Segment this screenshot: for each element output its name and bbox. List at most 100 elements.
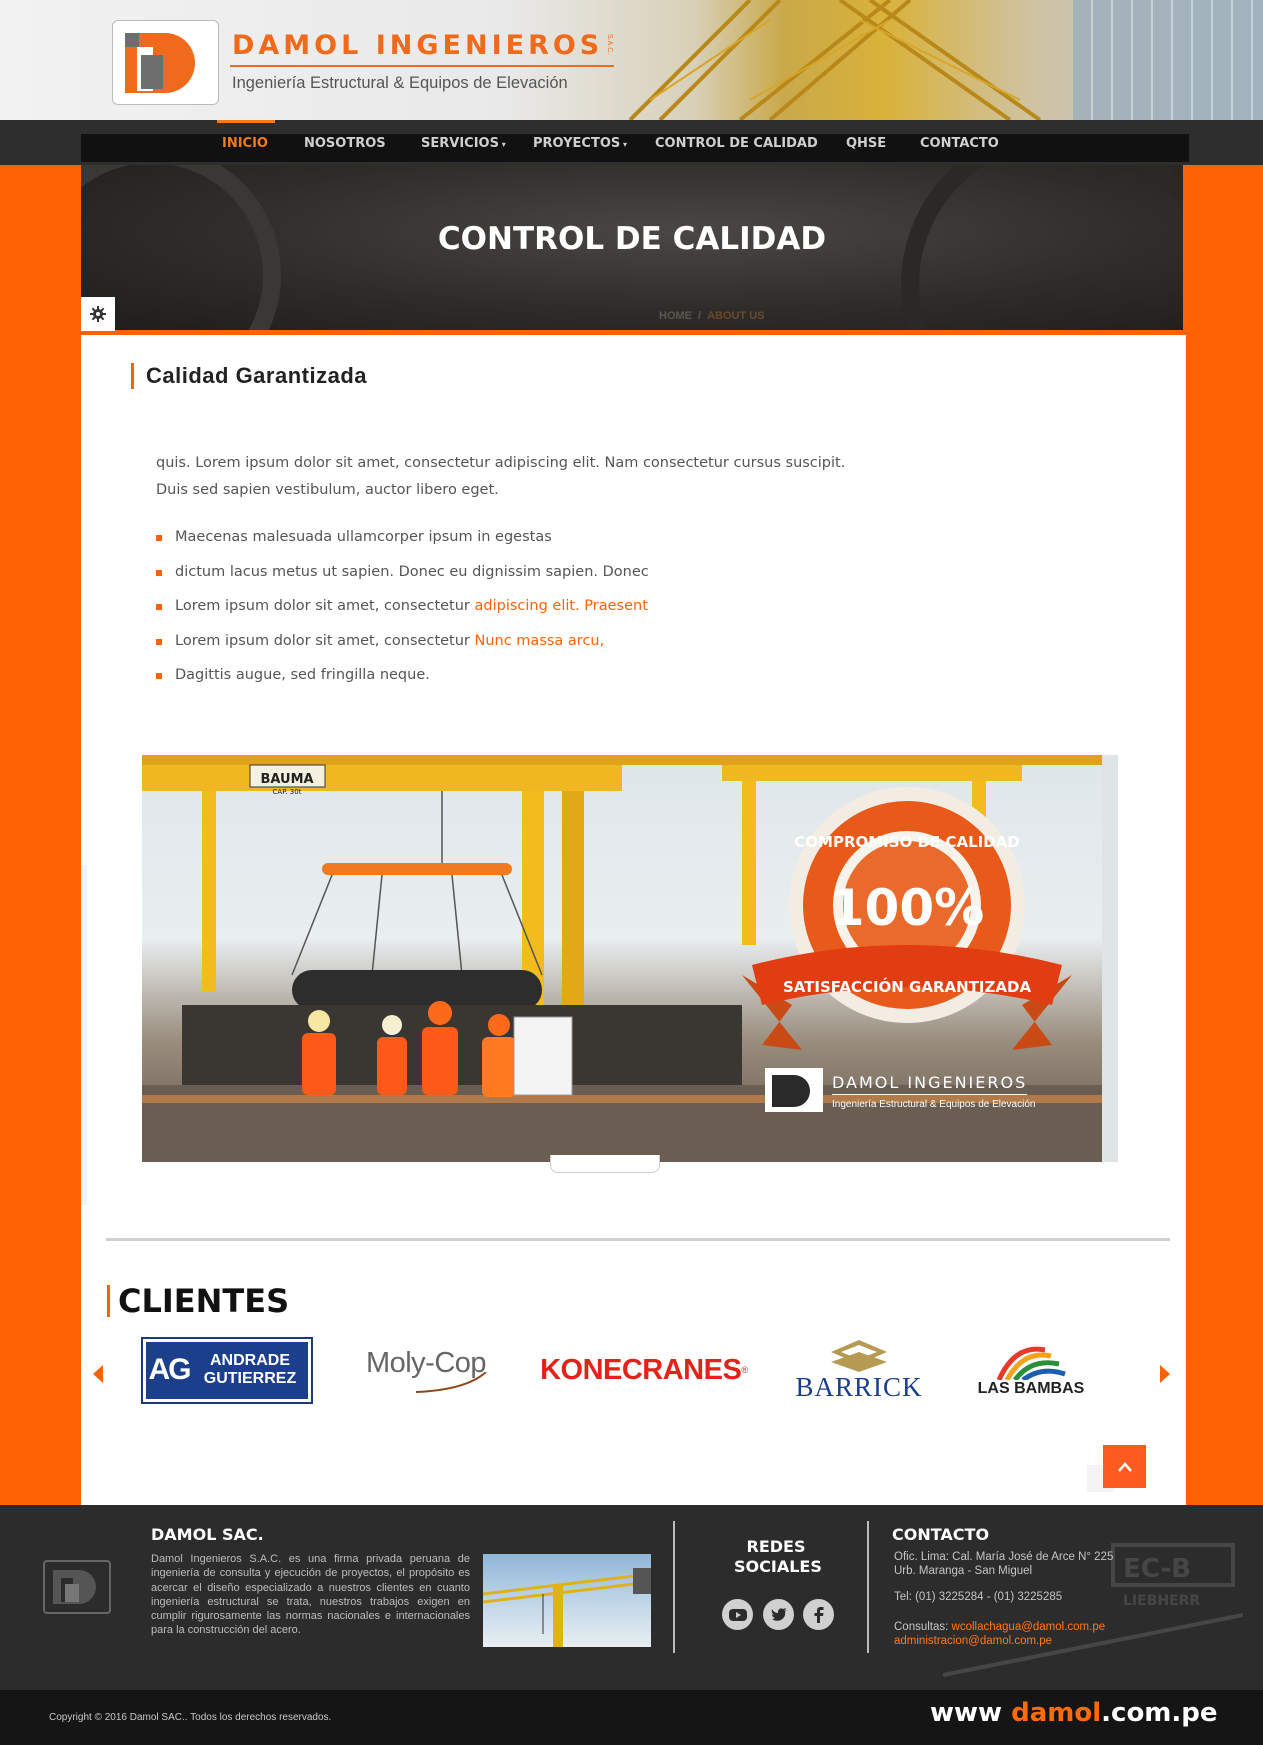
footer-contact-title: CONTACTO <box>892 1525 990 1544</box>
arrow-left-icon <box>93 1365 103 1383</box>
moly-cop-swoosh-icon <box>415 1371 487 1393</box>
client-logo-konecranes[interactable]: KONECRANES ® <box>540 1330 748 1410</box>
footer-company-title: DAMOL SAC. <box>151 1525 264 1544</box>
section-title: Calidad Garantizada <box>131 363 367 389</box>
social-title-line1: REDES <box>746 1537 806 1556</box>
list-item-text: Lorem ipsum dolor sit amet, consectetur <box>175 632 475 649</box>
breadcrumb: HOME / ABOUT US <box>659 310 765 322</box>
banner-edge <box>1102 755 1118 1162</box>
nav-active-indicator <box>217 120 275 123</box>
clients-prev-button[interactable] <box>93 1365 103 1388</box>
twitter-button[interactable] <box>763 1599 794 1630</box>
settings-button[interactable] <box>81 297 115 331</box>
watermark-brand: LIEBHERR <box>1123 1593 1200 1609</box>
arrow-right-icon <box>1160 1365 1170 1383</box>
banner-edge <box>81 865 87 1205</box>
chevron-down-icon: ▾ <box>620 140 628 149</box>
nav-item-servicios[interactable]: SERVICIOS ▾ <box>421 136 506 151</box>
clients-title: CLIENTES <box>107 1285 289 1317</box>
footer-description: Damol Ingenieros S.A.C. es una firma pri… <box>151 1553 470 1637</box>
ag-name: ANDRADE GUTIERREZ <box>192 1352 308 1388</box>
andrade-gutierrez-logo: AG ANDRADE GUTIERREZ <box>141 1336 313 1404</box>
client-logo-barrick[interactable]: BARRICK <box>784 1330 934 1410</box>
url-prefix: www <box>930 1698 1012 1728</box>
feature-list: Maecenas malesuada ullamcorper ipsum in … <box>156 520 649 693</box>
client-logo-las-bambas[interactable]: LAS BAMBAS <box>976 1330 1086 1410</box>
breadcrumb-separator: / <box>698 310 702 322</box>
site-logo[interactable] <box>112 20 219 105</box>
footer-crane-photo <box>483 1554 651 1647</box>
las-bambas-emblem-icon <box>996 1346 1066 1380</box>
list-item: Lorem ipsum dolor sit amet, consectetur … <box>156 589 649 624</box>
breadcrumb-current: ABOUT US <box>707 310 765 322</box>
contact-address-2: Urb. Maranga - San Miguel <box>894 1565 1033 1577</box>
chevron-down-icon: ▾ <box>498 140 506 149</box>
banner-logo-tagline: Ingeniería Estructural & Equipos de Elev… <box>832 1099 1035 1110</box>
url-suffix: .com.pe <box>1101 1698 1218 1728</box>
badge-ribbon-text: SATISFACCIÓN GARANTIZADA <box>783 977 1032 996</box>
youtube-icon <box>728 1608 747 1621</box>
breadcrumb-home[interactable]: HOME <box>659 310 692 322</box>
list-item: Dagittis augue, sed fringilla neque. <box>156 658 649 693</box>
nav-label-servicios: SERVICIOS <box>421 136 499 151</box>
badge-top-text: COMPROMISO DE CALIDAD <box>794 833 1019 851</box>
sign-text: BAUMA <box>260 772 313 787</box>
brand-name: DAMOL INGENIEROS <box>232 30 604 61</box>
contact-phone: Tel: (01) 3225284 - (01) 3225285 <box>894 1591 1063 1603</box>
damol-logo-icon <box>53 1570 96 1604</box>
website-url[interactable]: www damol.com.pe <box>930 1698 1218 1728</box>
social-title-line2: SOCIALES <box>734 1557 822 1576</box>
nav-item-nosotros[interactable]: NOSOTROS <box>304 136 386 151</box>
footer-logo[interactable] <box>43 1560 111 1614</box>
footer-bottom-bar: Copyright © 2016 Damol SAC.. Todos los d… <box>0 1690 1263 1745</box>
list-item-text: Dagittis augue, sed fringilla neque. <box>175 667 430 683</box>
crane-watermark: EC-B LIEBHERR <box>943 1543 1243 1677</box>
facebook-button[interactable] <box>803 1599 834 1630</box>
clients-next-button[interactable] <box>1160 1365 1170 1388</box>
watermark-text: EC-B <box>1123 1554 1191 1584</box>
main-content: Calidad Garantizada quis. Lorem ipsum do… <box>81 335 1186 1505</box>
nav-item-inicio[interactable]: INICIO <box>222 136 268 151</box>
quality-banner: COMPROMISO DE CALIDAD 100% SATISFACCIÓN … <box>142 755 1118 1162</box>
list-item: Maecenas malesuada ullamcorper ipsum in … <box>156 520 649 555</box>
ag-line1: ANDRADE <box>210 1352 290 1369</box>
nav-item-control-calidad[interactable]: CONTROL DE CALIDAD <box>655 136 818 151</box>
page-hero: CONTROL DE CALIDAD HOME / ABOUT US <box>81 165 1183 330</box>
damol-logo-icon <box>125 33 195 93</box>
twitter-icon <box>771 1607 787 1621</box>
copyright-text: Copyright © 2016 Damol SAC.. Todos los d… <box>49 1712 332 1723</box>
youtube-button[interactable] <box>722 1599 753 1630</box>
ag-mark: AG <box>148 1353 192 1386</box>
back-to-top-button[interactable] <box>1103 1445 1146 1488</box>
brand-rule <box>230 65 614 67</box>
brand-suffix: S.A.C. <box>606 34 613 55</box>
barrick-wordmark: BARRICK <box>795 1371 923 1402</box>
client-logo-andrade-gutierrez[interactable]: AG ANDRADE GUTIERREZ <box>139 1330 315 1410</box>
section-divider <box>106 1238 1170 1241</box>
building-facade-image <box>1073 0 1263 120</box>
nav-item-contacto[interactable]: CONTACTO <box>920 136 999 151</box>
page-title: CONTROL DE CALIDAD <box>437 221 827 257</box>
client-logo-moly-cop[interactable]: Moly-Cop <box>351 1330 501 1410</box>
crane-photo-illustration <box>483 1568 651 1647</box>
banner-pager[interactable] <box>550 1155 660 1173</box>
crane-background-image <box>628 0 1042 120</box>
contact-address-1: Ofic. Lima: Cal. María José de Arce N° 2… <box>894 1551 1114 1563</box>
list-item-link[interactable]: adipiscing elit. Praesent <box>475 598 648 614</box>
list-item-text: Maecenas malesuada ullamcorper ipsum in … <box>175 529 552 545</box>
list-item-text: dictum lacus metus ut sapien. Donec eu d… <box>175 563 649 580</box>
facebook-icon <box>814 1606 823 1623</box>
nav-item-proyectos[interactable]: PROYECTOS ▾ <box>533 136 627 151</box>
site-footer: EC-B LIEBHERR DAMOL SAC. Damol Ingeniero… <box>0 1505 1263 1690</box>
badge-value: 100% <box>830 879 984 937</box>
banner-illustration: COMPROMISO DE CALIDAD 100% SATISFACCIÓN … <box>142 755 1118 1162</box>
ag-line2: GUTIERREZ <box>203 1370 297 1387</box>
sign-sub: CAP. 30t <box>273 788 302 796</box>
list-item-link[interactable]: Nunc massa arcu, <box>475 633 605 649</box>
consultas-label: Consultas: <box>894 1621 952 1633</box>
contact-email-2[interactable]: administracion@damol.com.pe <box>894 1635 1052 1647</box>
url-brand: damol <box>1011 1698 1102 1728</box>
nav-item-qhse[interactable]: QHSE <box>846 136 886 151</box>
contact-email-line: administracion@damol.com.pe <box>894 1635 1052 1647</box>
contact-email-1[interactable]: wcollachagua@damol.com.pe <box>952 1621 1106 1633</box>
